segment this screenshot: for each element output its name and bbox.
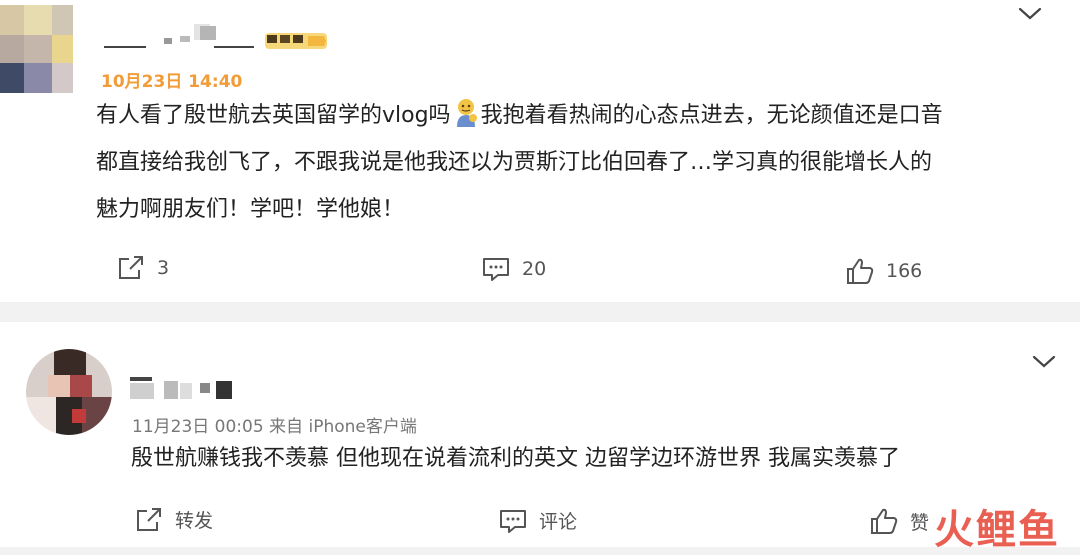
thumbs-up-icon [871,508,898,534]
comment-button[interactable]: 20 [482,256,546,282]
repost-button[interactable]: 3 [117,255,169,281]
watermark-logo: 火鲤鱼 [934,507,1060,553]
user-avatar[interactable] [0,5,73,93]
share-icon [137,507,161,531]
username-blurred[interactable] [104,20,254,54]
post-text-line: 都直接给我创飞了，不跟我说是他我还以为贾斯汀比伯回春了…学习真的很能增长人的 [96,150,933,175]
like-button[interactable]: 赞 [870,507,929,535]
comment-label: 评论 [539,511,578,533]
share-icon [119,256,143,279]
username-blurred[interactable] [130,373,240,401]
user-avatar[interactable] [26,349,112,435]
ok-gesture-emoji-icon [453,98,479,128]
post-text-line: 有人看了殷世航去英国留学的vlog吗 我抱着看热闹的心态点进去，无论颜值还是口音 [96,92,943,139]
post-timestamp[interactable]: 10月23日 14:40 [101,67,242,92]
chevron-down-icon[interactable] [1032,354,1056,370]
comment-icon [500,509,526,533]
repost-label: 转发 [175,510,214,532]
comment-button[interactable]: 评论 [499,507,577,534]
repost-count: 3 [157,257,170,279]
post-text: 殷世航赚钱我不羡慕 但他现在说着流利的英文 边留学边环游世界 我属实羡慕了 [131,446,900,471]
repost-button[interactable]: 转发 [135,506,213,533]
weibo-post-card-1: 10月23日 14:40 有人看了殷世航去英国留学的vlog吗 我抱着看热闹的心… [0,0,1080,302]
vip-badge-icon [264,30,332,52]
post-text-line: 魅力啊朋友们！学吧！学他娘！ [96,197,405,222]
thumbs-up-icon [847,258,874,284]
comment-icon [483,258,509,281]
comment-count: 20 [522,258,547,280]
like-count: 166 [886,260,923,282]
like-button[interactable]: 166 [846,257,922,285]
post-text: 有人看了殷世航去英国留学的vlog吗 我抱着看热闹的心态点进去，无论颜值还是口音… [96,92,943,233]
like-label: 赞 [910,511,930,534]
chevron-down-icon[interactable] [1018,6,1042,22]
post-timestamp[interactable]: 11月23日 00:05 来自 iPhone客户端 [132,412,417,437]
